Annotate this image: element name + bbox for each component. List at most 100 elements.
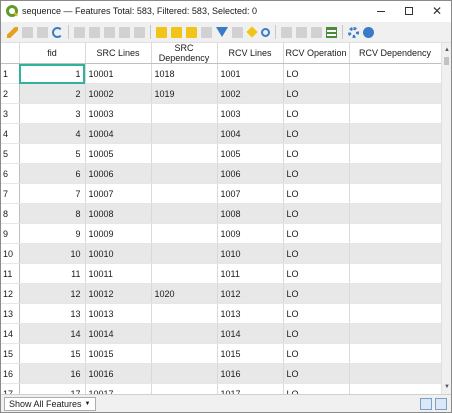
row-header[interactable]: 17 (1, 383, 20, 394)
cell-rcv-operation[interactable]: LO (283, 163, 350, 184)
cell-rcv-dependency[interactable] (349, 263, 442, 284)
cell-fid[interactable]: 16 (19, 363, 86, 384)
table-row[interactable]: 7 7 10007 1007 LO (1, 183, 442, 204)
close-icon[interactable]: ✕ (423, 1, 451, 21)
row-header[interactable]: 10 (1, 243, 20, 264)
cell-rcv-lines[interactable]: 1012 (217, 283, 284, 304)
cell-fid[interactable]: 17 (19, 383, 86, 394)
cell-fid[interactable]: 13 (19, 303, 86, 324)
row-header[interactable]: 2 (1, 83, 20, 104)
actions-icon[interactable] (363, 26, 374, 38)
conditional-formatting-icon[interactable] (326, 26, 337, 38)
row-header[interactable]: 14 (1, 323, 20, 344)
cell-rcv-operation[interactable]: LO (283, 223, 350, 244)
column-header-rcv-dependency[interactable]: RCV Dependency (349, 43, 442, 64)
cell-rcv-lines[interactable]: 1015 (217, 343, 284, 364)
cell-src-lines[interactable]: 10005 (85, 143, 152, 164)
cell-rcv-lines[interactable]: 1005 (217, 143, 284, 164)
expression-select-icon[interactable] (156, 26, 167, 38)
delete-feature-icon[interactable] (89, 26, 100, 38)
minimize-icon[interactable] (367, 1, 395, 21)
cell-rcv-dependency[interactable] (349, 223, 442, 244)
cell-fid[interactable]: 11 (19, 263, 86, 284)
table-row[interactable]: 11 11 10011 1011 LO (1, 263, 442, 284)
corner-header[interactable] (1, 43, 20, 64)
cell-rcv-operation[interactable]: LO (283, 183, 350, 204)
table-view-icon[interactable] (435, 398, 447, 410)
cell-rcv-operation[interactable]: LO (283, 363, 350, 384)
paste-icon[interactable] (134, 26, 145, 38)
move-selection-top-icon[interactable] (232, 26, 243, 38)
scroll-up-icon[interactable]: ▲ (442, 45, 452, 55)
table-row[interactable]: 1 1 10001 1018 1001 LO (1, 63, 442, 84)
cell-rcv-lines[interactable]: 1006 (217, 163, 284, 184)
table-row[interactable]: 2 2 10002 1019 1002 LO (1, 83, 442, 104)
table-row[interactable]: 10 10 10010 1010 LO (1, 243, 442, 264)
table-row[interactable]: 4 4 10004 1004 LO (1, 123, 442, 144)
table-row[interactable]: 17 17 10017 1017 LO (1, 383, 442, 394)
cell-rcv-dependency[interactable] (349, 123, 442, 144)
cell-src-lines[interactable]: 10013 (85, 303, 152, 324)
reload-icon[interactable] (52, 26, 63, 38)
cell-rcv-lines[interactable]: 1017 (217, 383, 284, 394)
cell-rcv-lines[interactable]: 1013 (217, 303, 284, 324)
show-features-dropdown[interactable]: Show All Features ▼ (4, 396, 96, 411)
cell-rcv-lines[interactable]: 1008 (217, 203, 284, 224)
select-all-icon[interactable] (171, 26, 182, 38)
row-header[interactable]: 11 (1, 263, 20, 284)
cell-rcv-dependency[interactable] (349, 303, 442, 324)
row-header[interactable]: 3 (1, 103, 20, 124)
cell-fid[interactable]: 5 (19, 143, 86, 164)
cell-rcv-dependency[interactable] (349, 383, 442, 394)
table-row[interactable]: 6 6 10006 1006 LO (1, 163, 442, 184)
cell-rcv-operation[interactable]: LO (283, 303, 350, 324)
cell-rcv-dependency[interactable] (349, 363, 442, 384)
cell-rcv-dependency[interactable] (349, 103, 442, 124)
cell-src-dependency[interactable]: 1020 (151, 283, 218, 304)
vertical-scrollbar[interactable]: ▲ ▼ (441, 43, 451, 394)
cell-fid[interactable]: 15 (19, 343, 86, 364)
cell-src-dependency[interactable] (151, 223, 218, 244)
table-row[interactable]: 5 5 10005 1005 LO (1, 143, 442, 164)
cell-fid[interactable]: 14 (19, 323, 86, 344)
cell-src-lines[interactable]: 10017 (85, 383, 152, 394)
save-edits-icon[interactable] (37, 26, 48, 38)
maximize-icon[interactable] (395, 1, 423, 21)
cell-rcv-operation[interactable]: LO (283, 343, 350, 364)
row-header[interactable]: 15 (1, 343, 20, 364)
cell-rcv-dependency[interactable] (349, 163, 442, 184)
cell-src-dependency[interactable] (151, 203, 218, 224)
filter-icon[interactable] (216, 27, 228, 37)
cell-rcv-lines[interactable]: 1007 (217, 183, 284, 204)
multi-edit-icon[interactable] (22, 26, 33, 38)
cell-fid[interactable]: 2 (19, 83, 86, 104)
cell-rcv-operation[interactable]: LO (283, 263, 350, 284)
cell-rcv-lines[interactable]: 1002 (217, 83, 284, 104)
cell-src-dependency[interactable] (151, 303, 218, 324)
cell-rcv-lines[interactable]: 1001 (217, 63, 284, 84)
cell-rcv-operation[interactable]: LO (283, 203, 350, 224)
dock-icon[interactable] (348, 26, 359, 38)
cell-fid[interactable]: 1 (19, 63, 86, 84)
cell-rcv-dependency[interactable] (349, 323, 442, 344)
form-view-icon[interactable] (420, 398, 432, 410)
row-header[interactable]: 4 (1, 123, 20, 144)
table-row[interactable]: 15 15 10015 1015 LO (1, 343, 442, 364)
cell-fid[interactable]: 6 (19, 163, 86, 184)
pan-to-selection-icon[interactable] (246, 26, 258, 38)
cell-src-dependency[interactable] (151, 363, 218, 384)
cell-src-dependency[interactable]: 1019 (151, 83, 218, 104)
cell-src-dependency[interactable] (151, 263, 218, 284)
column-header-rcv-lines[interactable]: RCV Lines (217, 43, 284, 64)
cell-rcv-operation[interactable]: LO (283, 103, 350, 124)
cell-rcv-operation[interactable]: LO (283, 63, 350, 84)
cell-src-lines[interactable]: 10015 (85, 343, 152, 364)
row-header[interactable]: 1 (1, 63, 20, 84)
cell-rcv-dependency[interactable] (349, 283, 442, 304)
cell-rcv-lines[interactable]: 1009 (217, 223, 284, 244)
row-header[interactable]: 13 (1, 303, 20, 324)
cell-src-dependency[interactable] (151, 163, 218, 184)
cell-rcv-operation[interactable]: LO (283, 323, 350, 344)
cell-src-lines[interactable]: 10009 (85, 223, 152, 244)
column-header-rcv-operation[interactable]: RCV Operation (283, 43, 350, 64)
